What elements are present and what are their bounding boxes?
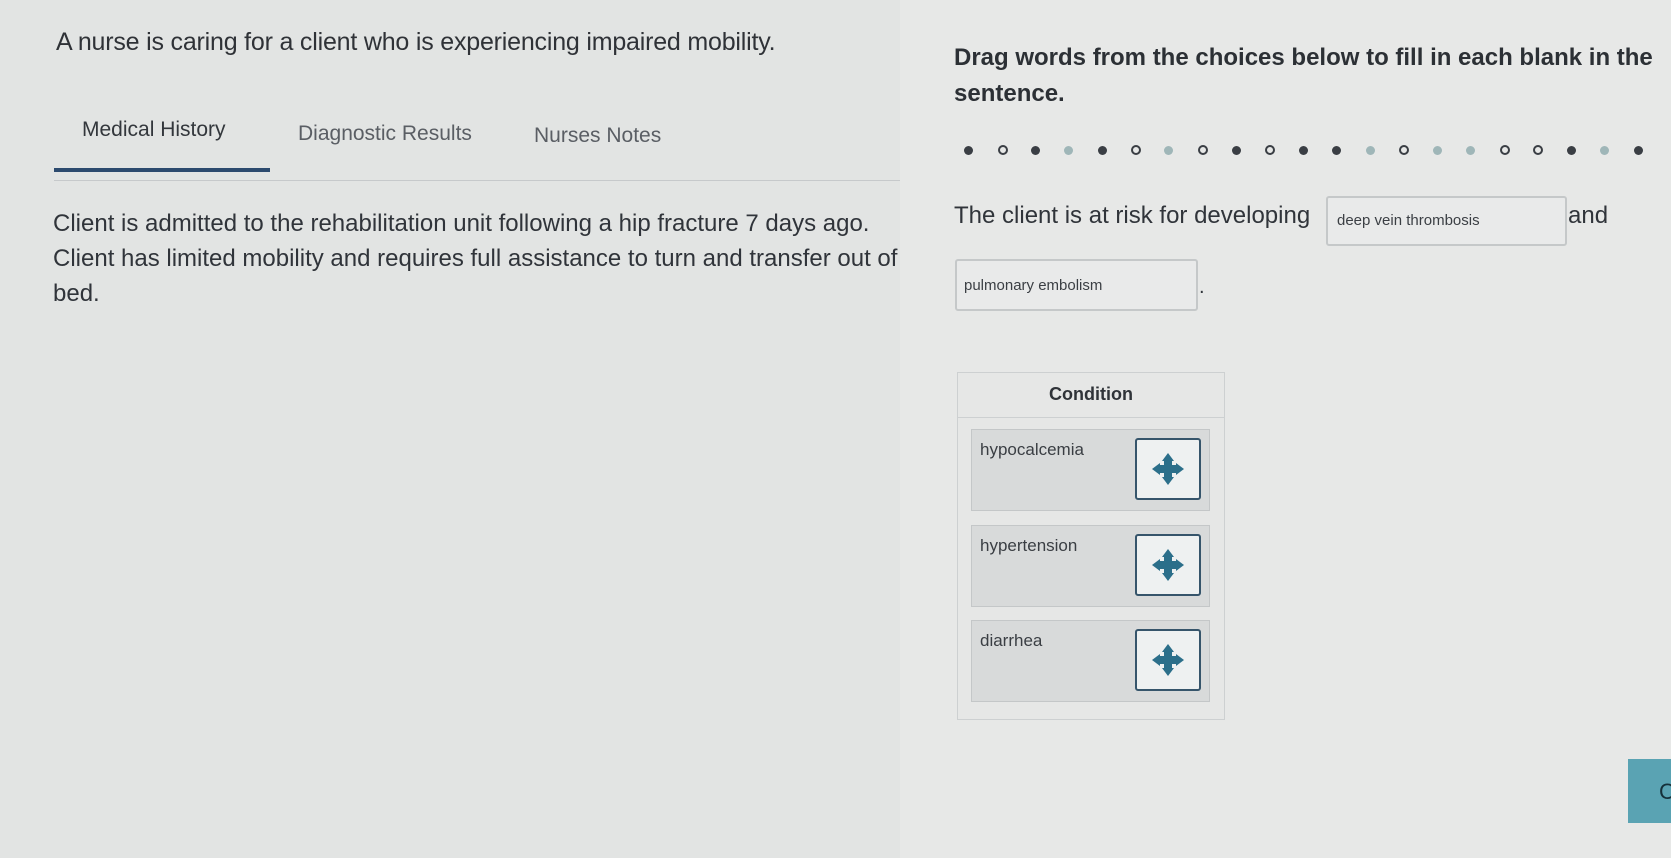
- dot: [1198, 145, 1208, 155]
- dot: [1064, 146, 1073, 155]
- dot: [1299, 146, 1308, 155]
- dot: [1232, 146, 1241, 155]
- continue-button[interactable]: C: [1628, 759, 1671, 823]
- dot: [1164, 146, 1173, 155]
- dot: [1265, 145, 1275, 155]
- dot: [1098, 146, 1107, 155]
- drag-handle[interactable]: [1135, 629, 1201, 691]
- choices-panel: Condition hypocalcemia hypertension diar…: [957, 372, 1225, 720]
- decorative-dot-row: [964, 141, 1671, 161]
- choice-hypocalcemia[interactable]: hypocalcemia: [971, 429, 1210, 511]
- dot: [1500, 145, 1510, 155]
- dot: [998, 145, 1008, 155]
- instructions-line-2: sentence.: [954, 80, 1065, 107]
- dot: [1433, 146, 1442, 155]
- active-tab-underline: [54, 168, 270, 172]
- drag-handle[interactable]: [1135, 438, 1201, 500]
- sentence-part-1: The client is at risk for developing: [954, 202, 1311, 229]
- choice-diarrhea[interactable]: diarrhea: [971, 620, 1210, 702]
- sentence-part-2: and: [1568, 202, 1609, 229]
- tab-medical-history[interactable]: Medical History: [82, 118, 226, 142]
- tab-bar: Medical History Diagnostic Results Nurse…: [54, 110, 900, 182]
- dot: [1600, 146, 1609, 155]
- answer-blank-1[interactable]: deep vein thrombosis: [1326, 196, 1567, 246]
- medical-history-text: Client is admitted to the rehabilitation…: [53, 210, 898, 307]
- dot: [1399, 145, 1409, 155]
- dot: [1567, 146, 1576, 155]
- dot: [1533, 145, 1543, 155]
- drag-handle[interactable]: [1135, 534, 1201, 596]
- instructions: Drag words from the choices below to fil…: [954, 40, 1671, 112]
- dot: [1031, 146, 1040, 155]
- choice-label: hypertension: [980, 536, 1078, 555]
- tab-diagnostic-results[interactable]: Diagnostic Results: [298, 122, 472, 146]
- dot: [1366, 146, 1375, 155]
- choice-label: diarrhea: [980, 631, 1043, 650]
- move-arrows-icon: [1152, 644, 1184, 676]
- choice-hypertension[interactable]: hypertension: [971, 525, 1210, 607]
- answer-blank-2[interactable]: pulmonary embolism: [955, 259, 1198, 311]
- tab-divider: [54, 180, 900, 181]
- dot: [964, 146, 973, 155]
- choices-header: Condition: [958, 373, 1224, 418]
- left-pane: A nurse is caring for a client who is ex…: [0, 0, 900, 858]
- dot: [1466, 146, 1475, 155]
- move-arrows-icon: [1152, 549, 1184, 581]
- dot: [1634, 146, 1643, 155]
- sentence-end: .: [1199, 276, 1205, 298]
- dot: [1131, 145, 1141, 155]
- tab-nurses-notes[interactable]: Nurses Notes: [534, 124, 661, 148]
- move-arrows-icon: [1152, 453, 1184, 485]
- question-stem: A nurse is caring for a client who is ex…: [56, 28, 776, 56]
- instructions-line-1: Drag words from the choices below to fil…: [954, 44, 1653, 71]
- dot: [1332, 146, 1341, 155]
- choice-label: hypocalcemia: [980, 440, 1084, 459]
